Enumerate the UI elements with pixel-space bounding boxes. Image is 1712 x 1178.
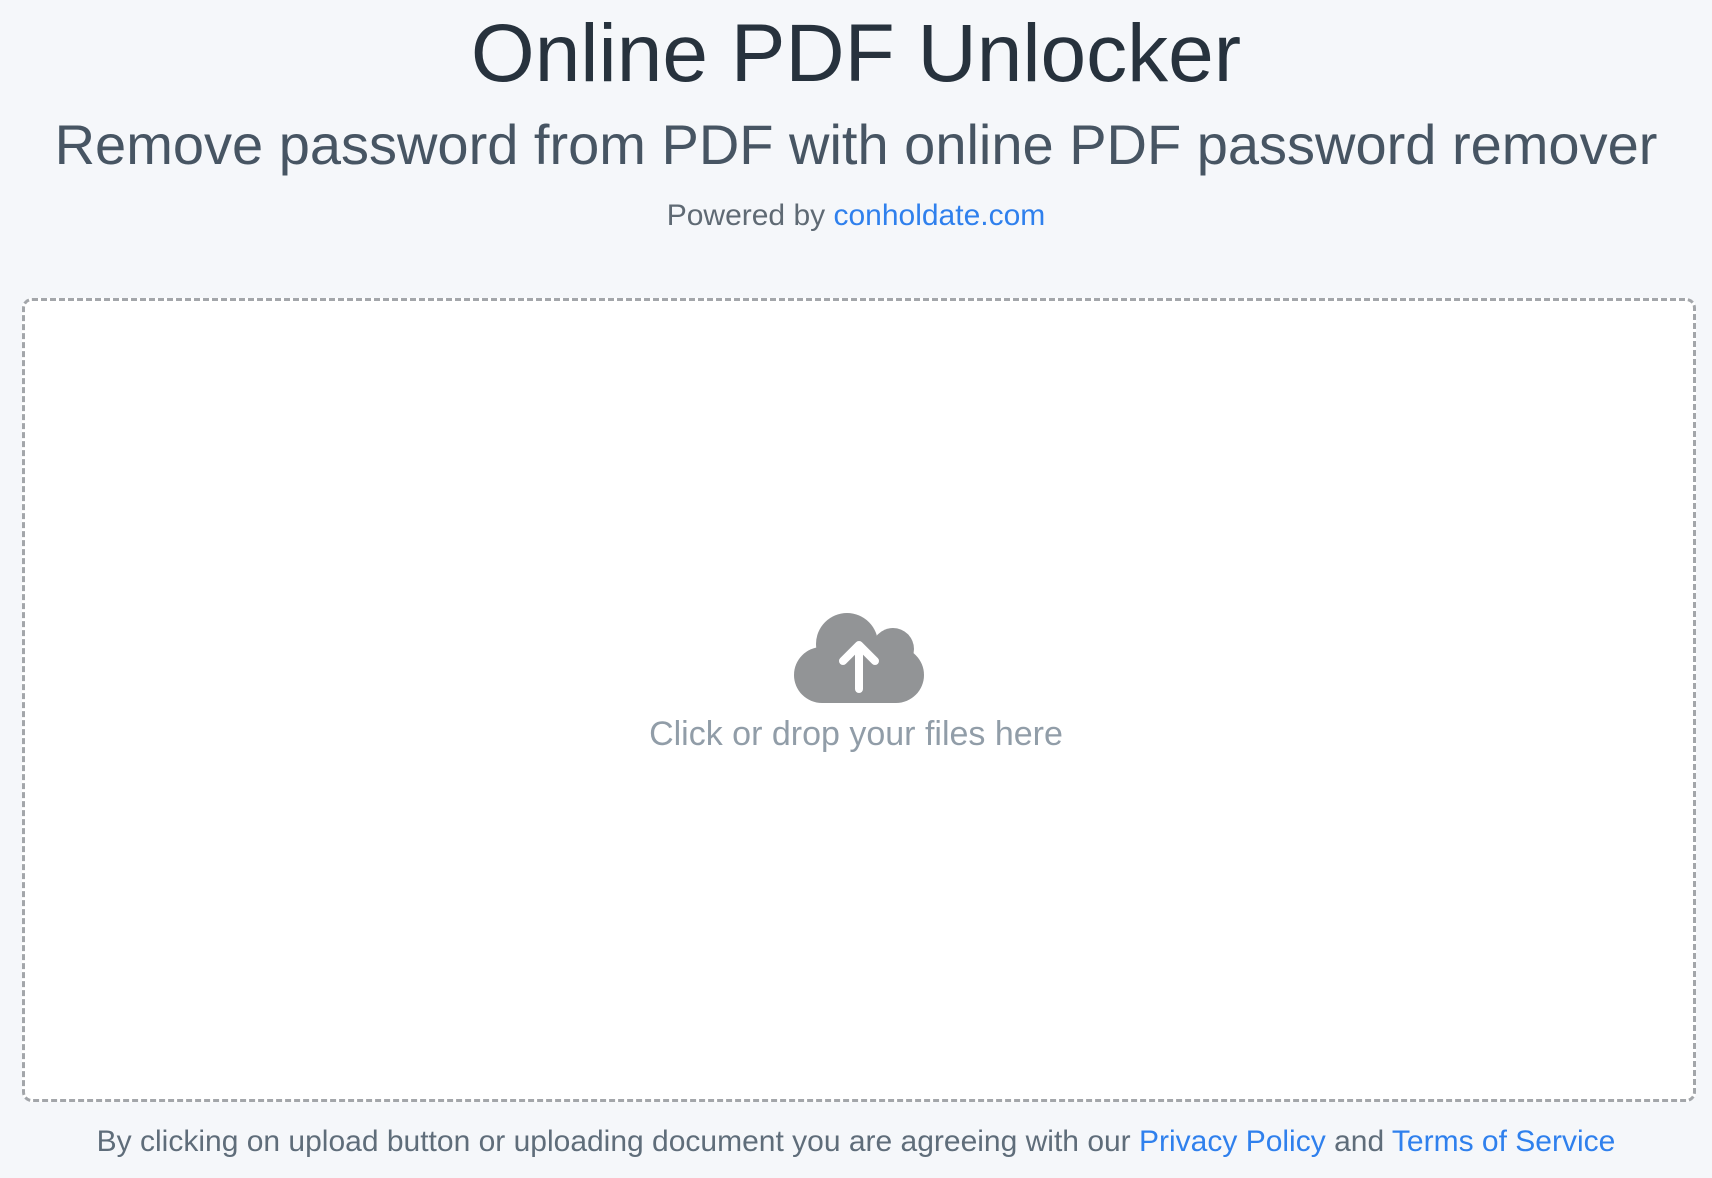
privacy-policy-link[interactable]: Privacy Policy (1139, 1125, 1326, 1158)
terms-of-service-link[interactable]: Terms of Service (1392, 1125, 1615, 1158)
powered-by: Powered by conholdate.com (0, 196, 1712, 236)
conholdate-link[interactable]: conholdate.com (833, 199, 1045, 232)
cloud-upload-icon (794, 613, 924, 703)
powered-by-prefix: Powered by (666, 199, 834, 232)
agreement-text: By clicking on upload button or uploadin… (96, 1125, 1140, 1158)
and-text: and (1325, 1125, 1392, 1158)
page-title: Online PDF Unlocker (470, 8, 1242, 99)
page-subtitle: Remove password from PDF with online PDF… (54, 113, 1658, 176)
agreement-notice: By clicking on upload button or uploadin… (0, 1122, 1712, 1162)
